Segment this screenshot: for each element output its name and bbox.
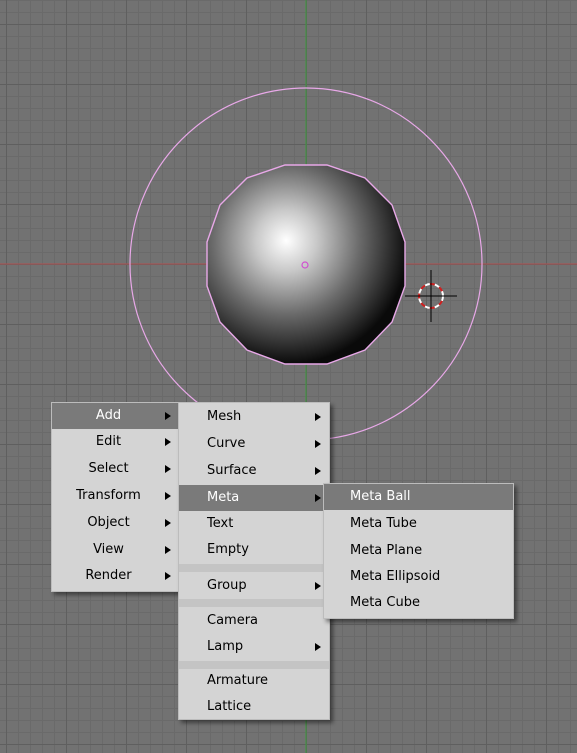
- menu-item-armature[interactable]: Armature: [179, 668, 329, 694]
- menu-item-label: Meta Cube: [350, 595, 420, 610]
- menu-item-label: Surface: [207, 463, 257, 478]
- menu-item-edit[interactable]: Edit: [52, 429, 179, 455]
- menu-item-label: Meta Plane: [350, 543, 423, 558]
- submenu-arrow-icon: [165, 492, 171, 500]
- menu-item-meta-tube[interactable]: Meta Tube: [324, 511, 513, 537]
- meta-submenu: Meta Ball Meta Tube Meta Plane Meta Elli…: [323, 483, 514, 619]
- menu-item-label: Add: [95, 408, 122, 423]
- menu-item-group[interactable]: Group: [179, 573, 329, 599]
- submenu-arrow-icon: [315, 643, 321, 651]
- menu-item-object[interactable]: Object: [52, 510, 179, 536]
- menu-item-lamp[interactable]: Lamp: [179, 634, 329, 660]
- menu-item-meta[interactable]: Meta: [179, 485, 329, 511]
- submenu-arrow-icon: [165, 438, 171, 446]
- menu-item-text[interactable]: Text: [179, 511, 329, 537]
- menu-item-label: Meta: [207, 490, 240, 505]
- menu-item-label: Meta Tube: [350, 516, 417, 531]
- menu-item-surface[interactable]: Surface: [179, 458, 329, 484]
- menu-item-meta-ellipsoid[interactable]: Meta Ellipsoid: [324, 564, 513, 590]
- menu-item-render[interactable]: Render: [52, 563, 179, 589]
- menu-item-meta-ball[interactable]: Meta Ball: [324, 484, 513, 510]
- menu-item-label: Text: [207, 516, 234, 531]
- submenu-arrow-icon: [165, 572, 171, 580]
- menu-item-meta-plane[interactable]: Meta Plane: [324, 538, 513, 564]
- submenu-arrow-icon: [165, 465, 171, 473]
- menu-separator: [179, 564, 329, 572]
- menu-item-label: Edit: [95, 434, 122, 449]
- submenu-arrow-icon: [315, 413, 321, 421]
- menu-item-label: Lattice: [207, 699, 252, 714]
- menu-item-label: Curve: [207, 436, 246, 451]
- menu-item-lattice[interactable]: Lattice: [179, 694, 329, 720]
- menu-item-label: Camera: [207, 613, 259, 628]
- 3d-viewport[interactable]: Add Edit Select Transform Object View Re…: [0, 0, 577, 753]
- menu-item-label: Transform: [76, 488, 141, 503]
- menu-item-empty[interactable]: Empty: [179, 537, 329, 563]
- menu-item-label: Armature: [207, 673, 269, 688]
- menu-item-curve[interactable]: Curve: [179, 431, 329, 457]
- menu-item-camera[interactable]: Camera: [179, 608, 329, 634]
- submenu-arrow-icon: [315, 467, 321, 475]
- metaball-sphere[interactable]: [206, 164, 406, 365]
- menu-item-label: Meta Ball: [350, 489, 411, 504]
- submenu-arrow-icon: [165, 546, 171, 554]
- menu-item-label: Select: [88, 461, 129, 476]
- add-submenu: Mesh Curve Surface Meta Text Empty Group…: [178, 402, 330, 720]
- menu-item-mesh[interactable]: Mesh: [179, 404, 329, 430]
- menu-item-label: Lamp: [207, 639, 244, 654]
- menu-item-label: Group: [207, 578, 247, 593]
- toolbox-menu: Add Edit Select Transform Object View Re…: [51, 402, 180, 592]
- menu-item-label: Mesh: [207, 409, 242, 424]
- submenu-arrow-icon: [315, 494, 321, 502]
- menu-item-add[interactable]: Add: [52, 403, 179, 429]
- submenu-arrow-icon: [165, 519, 171, 527]
- menu-item-meta-cube[interactable]: Meta Cube: [324, 590, 513, 616]
- menu-item-label: Object: [87, 515, 130, 530]
- menu-item-label: Empty: [207, 542, 249, 557]
- 3d-cursor-icon[interactable]: [405, 270, 457, 322]
- submenu-arrow-icon: [315, 440, 321, 448]
- menu-item-label: View: [93, 542, 124, 557]
- submenu-arrow-icon: [165, 412, 171, 420]
- submenu-arrow-icon: [315, 582, 321, 590]
- menu-item-view[interactable]: View: [52, 537, 179, 563]
- menu-item-label: Render: [85, 568, 132, 583]
- menu-item-transform[interactable]: Transform: [52, 483, 179, 509]
- menu-separator: [179, 599, 329, 607]
- menu-item-label: Meta Ellipsoid: [350, 569, 441, 584]
- menu-item-select[interactable]: Select: [52, 456, 179, 482]
